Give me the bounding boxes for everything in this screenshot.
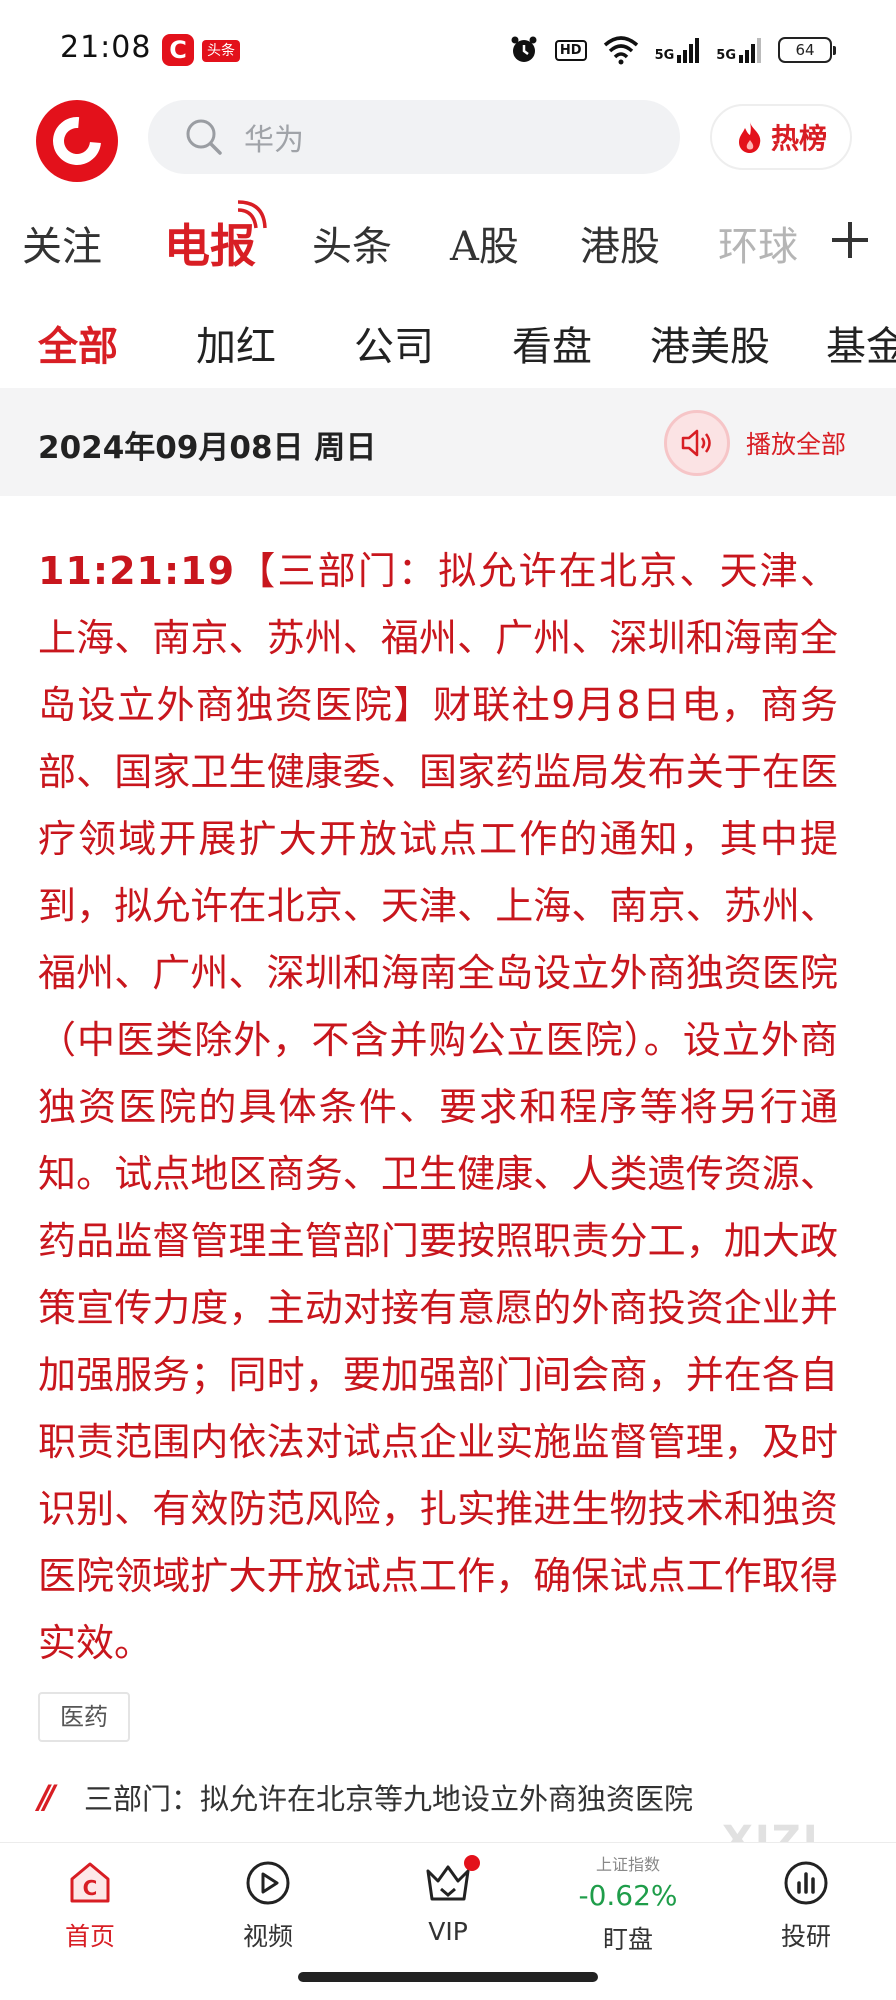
nav-market-label: 盯盘 [602,1925,653,1954]
subtab-hk-us-stocks[interactable]: 港美股 [650,314,770,372]
tab-global[interactable]: 环球 [718,214,798,272]
status-indicators: HD 5G 5G 64 [509,32,836,68]
status-time: 21:08 [60,30,152,65]
wifi-icon [603,36,638,65]
add-channel-icon[interactable] [832,222,868,258]
speaker-icon [664,410,730,476]
tab-headlines[interactable]: 头条 [312,214,392,272]
filter-tabs: 全部 加红 公司 看盘 港美股 基金 [0,300,896,380]
index-name: 上证指数 [595,1855,660,1874]
nav-research-label: 投研 [780,1922,831,1951]
flame-icon [738,122,761,153]
home-indicator[interactable] [298,1972,598,1982]
notification-dot [464,1855,480,1871]
index-change-value: -0.62% [578,1879,678,1912]
subtab-funds[interactable]: 基金 [826,314,896,372]
subtab-all[interactable]: 全部 [38,314,118,372]
subtab-highlighted[interactable]: 加红 [196,314,276,372]
subtab-company[interactable]: 公司 [354,314,434,372]
related-article-link[interactable]: // 三部门：拟允许在北京等九地设立外商独资医院 [38,1776,693,1818]
status-bar: 21:08 C 头条 HD 5G 5G 64 [0,0,896,96]
hd-voice-icon: HD [554,39,587,61]
article-time: 11:21:19 [38,549,236,593]
topic-tag[interactable]: 医药 [38,1692,130,1742]
svg-text:C: C [83,1876,98,1900]
hot-list-label: 热榜 [770,122,827,155]
play-all-button[interactable]: 播放全部 [664,410,846,476]
search-icon [186,119,222,155]
app-notification-badge: 头条 [202,40,240,62]
app-screen: 21:08 C 头条 HD 5G 5G 64 华为 热榜 关注 电报 头条 A股… [0,0,896,2000]
live-signal-icon [237,200,267,229]
nav-market-watch[interactable]: 上证指数 -0.62% 盯盘 [558,1849,698,1956]
app-notification-icon: C [162,34,194,66]
tab-a-shares[interactable]: A股 [450,214,519,272]
nav-video[interactable]: 视频 [198,1859,338,1953]
search-placeholder: 华为 [244,123,304,158]
top-header: 华为 热榜 [0,96,896,206]
tab-hk-stocks[interactable]: 港股 [580,214,660,272]
telegraph-article[interactable]: 11:21:19【三部门：拟允许在北京、天津、上海、南京、苏州、福州、广州、深圳… [38,538,838,1677]
home-icon: C [66,1859,114,1907]
nav-video-label: 视频 [242,1922,293,1951]
play-icon [244,1859,292,1907]
tab-follow[interactable]: 关注 [22,214,102,272]
related-article-title: 三部门：拟允许在北京等九地设立外商独资医院 [84,1782,694,1816]
crown-icon [424,1855,480,1907]
nav-research[interactable]: 投研 [736,1859,876,1953]
search-bar[interactable]: 华为 [148,100,680,174]
nav-home-label: 首页 [64,1922,115,1951]
bar-chart-icon [782,1859,830,1907]
nav-home[interactable]: C 首页 [20,1859,160,1953]
signal-1-icon: 5G [655,37,701,63]
nav-vip-label: VIP [428,1917,468,1946]
app-logo[interactable] [36,100,118,182]
hot-list-button[interactable]: 热榜 [710,104,852,170]
channel-tabs: 关注 电报 头条 A股 港股 环球 [0,200,896,286]
nav-vip[interactable]: VIP [378,1855,518,1946]
battery-icon: 64 [778,37,836,63]
date-bar: 2024年09月08日 周日 播放全部 [0,388,896,496]
related-mark-icon: // [38,1778,55,1816]
play-all-label: 播放全部 [746,430,847,459]
date-label: 2024年09月08日 周日 [38,430,377,466]
subtab-market-watch[interactable]: 看盘 [512,314,592,372]
signal-2-icon: 5G [716,37,762,63]
alarm-icon [511,36,537,62]
article-body: 财联社9月8日电，商务部、国家卫生健康委、国家药监局发布关于在医疗领域开展扩大开… [38,683,838,1665]
